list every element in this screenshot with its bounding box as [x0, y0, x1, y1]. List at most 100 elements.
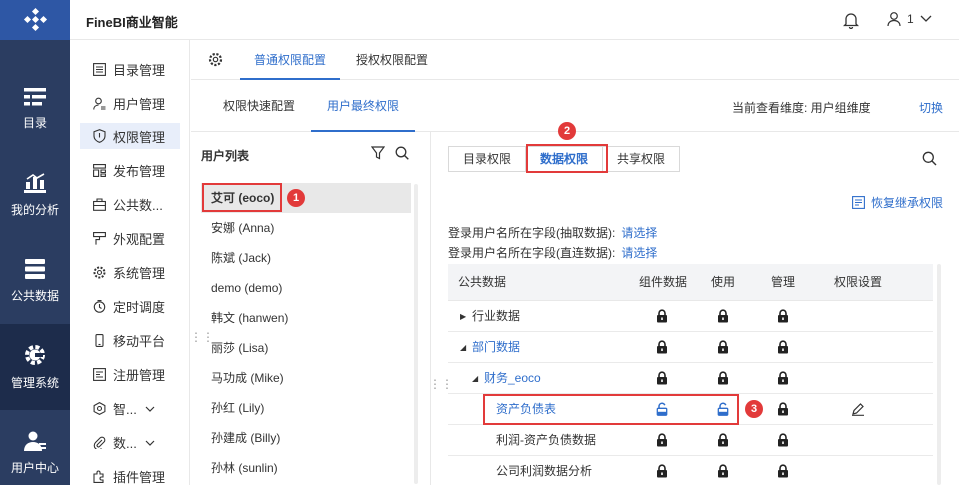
expand-icon[interactable]: ▶ — [460, 301, 466, 332]
user-item[interactable]: 丽莎 (Lisa) — [201, 333, 411, 363]
dimension-switch-link[interactable]: 切换 — [919, 99, 943, 116]
lock-icon[interactable] — [777, 309, 789, 323]
user-list-scrollbar[interactable] — [414, 184, 418, 484]
tab-general-permission[interactable]: 普通权限配置 — [240, 40, 341, 80]
user-icon — [887, 12, 901, 27]
submenu-item-public-data[interactable]: 公共数... — [80, 191, 180, 217]
submenu-item-catalog[interactable]: 目录管理 — [80, 56, 180, 82]
search-icon[interactable] — [922, 151, 937, 169]
search-icon[interactable] — [395, 146, 409, 163]
table-scrollbar[interactable] — [937, 264, 941, 485]
submenu-label: 系统管理 — [113, 265, 166, 281]
nav-item-catalog[interactable]: 目录 — [0, 66, 70, 152]
table-row[interactable]: 利润-资产负债数据 — [448, 425, 933, 456]
nav-item-management[interactable]: 管理系统 — [0, 324, 70, 410]
lock-icon[interactable] — [656, 433, 668, 447]
tab-final-permission[interactable]: 用户最终权限 — [311, 80, 416, 132]
analysis-icon — [24, 172, 46, 193]
bell-icon[interactable] — [842, 11, 860, 32]
restore-label: 恢复继承权限 — [871, 196, 944, 210]
lock-icon[interactable] — [656, 464, 668, 478]
chevron-down-icon — [920, 15, 932, 22]
user-item[interactable]: demo (demo) — [201, 273, 411, 303]
user-item[interactable]: 安娜 (Anna) — [201, 213, 411, 243]
app-title: FineBI商业智能 — [86, 15, 178, 30]
submenu-item-smart[interactable]: 智... — [80, 395, 180, 421]
table-row[interactable]: 公司利润数据分析 — [448, 456, 933, 485]
register-icon — [92, 367, 106, 381]
lock-icon[interactable] — [777, 340, 789, 354]
catalog-icon — [24, 87, 46, 105]
user-item[interactable]: 孙建成 (Billy) — [201, 423, 411, 453]
logo-icon — [23, 7, 48, 32]
header-manage: 管理 — [771, 275, 796, 289]
header-public-data: 公共数据 — [458, 275, 507, 289]
user-item[interactable]: 孙红 (Lily) — [201, 393, 411, 423]
gear-icon — [92, 265, 106, 279]
puzzle-icon — [92, 469, 106, 483]
lock-icon[interactable] — [717, 309, 729, 323]
permission-config-tabs: 普通权限配置 授权权限配置 — [191, 40, 959, 80]
edit-icon[interactable] — [851, 402, 865, 416]
extract-field-select[interactable]: 请选择 — [621, 226, 657, 240]
submenu-item-mobile[interactable]: 移动平台 — [80, 327, 180, 353]
restore-inherit-button[interactable]: 恢复继承权限 — [852, 194, 943, 211]
submenu-item-appearance[interactable]: 外观配置 — [80, 225, 180, 251]
lock-icon[interactable] — [777, 433, 789, 447]
lock-icon[interactable] — [777, 402, 789, 416]
briefcase-icon — [92, 197, 106, 211]
permission-table-header: 公共数据 组件数据 使用 管理 权限设置 — [448, 264, 933, 301]
collapse-icon[interactable]: ◢ — [472, 363, 478, 394]
submenu-label: 目录管理 — [113, 62, 166, 78]
header-component-data: 组件数据 — [639, 275, 688, 289]
lock-icon[interactable] — [777, 464, 789, 478]
nav-label: 管理系统 — [10, 375, 59, 390]
nav-item-analysis[interactable]: 我的分析 — [0, 152, 70, 238]
submenu-label: 插件管理 — [113, 469, 166, 485]
list-icon — [92, 62, 106, 76]
submenu-item-users[interactable]: 用户管理 — [80, 90, 180, 116]
user-item[interactable]: 孙林 (sunlin) — [201, 453, 411, 483]
lock-icon[interactable] — [777, 371, 789, 385]
logo[interactable] — [0, 0, 70, 40]
submenu-item-system[interactable]: 系统管理 — [80, 259, 180, 285]
lock-icon[interactable] — [717, 371, 729, 385]
permission-view-tabs: 权限快速配置 用户最终权限 当前查看维度: 用户组维度 切换 — [191, 80, 959, 132]
submenu-item-registration[interactable]: 注册管理 — [80, 361, 180, 387]
table-row[interactable]: ◢ 部门数据 — [448, 332, 933, 363]
chevron-down-icon — [145, 401, 155, 416]
nav-label: 目录 — [22, 115, 47, 130]
filter-icon[interactable] — [370, 146, 386, 163]
table-row[interactable]: ▶ 行业数据 — [448, 301, 933, 332]
submenu-label: 权限管理 — [113, 129, 166, 145]
lock-icon[interactable] — [656, 309, 668, 323]
submenu-item-data[interactable]: 数... — [80, 429, 180, 455]
lock-icon[interactable] — [717, 340, 729, 354]
submenu-item-schedule[interactable]: 定时调度 — [80, 293, 180, 319]
lock-icon[interactable] — [717, 433, 729, 447]
share-permission-button[interactable]: 共享权限 — [603, 146, 681, 172]
catalog-permission-button[interactable]: 目录权限 — [448, 146, 527, 172]
step-badge: 2 — [558, 122, 576, 140]
table-row[interactable]: ◢ 财务_eoco — [448, 363, 933, 394]
chevron-down-icon — [145, 435, 155, 450]
collapse-icon[interactable]: ◢ — [460, 332, 466, 363]
user-item[interactable]: 韩文 (hanwen) — [201, 303, 411, 333]
submenu-item-permissions[interactable]: 权限管理 — [80, 123, 180, 149]
lock-icon[interactable] — [656, 371, 668, 385]
tab-quick-config[interactable]: 权限快速配置 — [223, 80, 295, 132]
submenu-item-publish[interactable]: 发布管理 — [80, 157, 180, 183]
user-item[interactable]: 马功成 (Mike) — [201, 363, 411, 393]
nav-item-user-center[interactable]: 用户中心 — [0, 410, 70, 485]
tab-grant-permission[interactable]: 授权权限配置 — [356, 40, 428, 80]
lock-icon[interactable] — [717, 464, 729, 478]
drag-handle-icon[interactable]: ⋮⋮ — [190, 330, 214, 344]
user-item[interactable]: 陈斌 (Jack) — [201, 243, 411, 273]
lock-icon[interactable] — [656, 340, 668, 354]
submenu-label: 定时调度 — [113, 299, 166, 315]
nav-item-public-data[interactable]: 公共数据 — [0, 238, 70, 324]
user-menu[interactable]: 1 — [887, 11, 932, 27]
gear-icon[interactable] — [208, 52, 223, 70]
submenu-item-plugins[interactable]: 插件管理 — [80, 463, 180, 485]
direct-field-select[interactable]: 请选择 — [621, 246, 657, 260]
